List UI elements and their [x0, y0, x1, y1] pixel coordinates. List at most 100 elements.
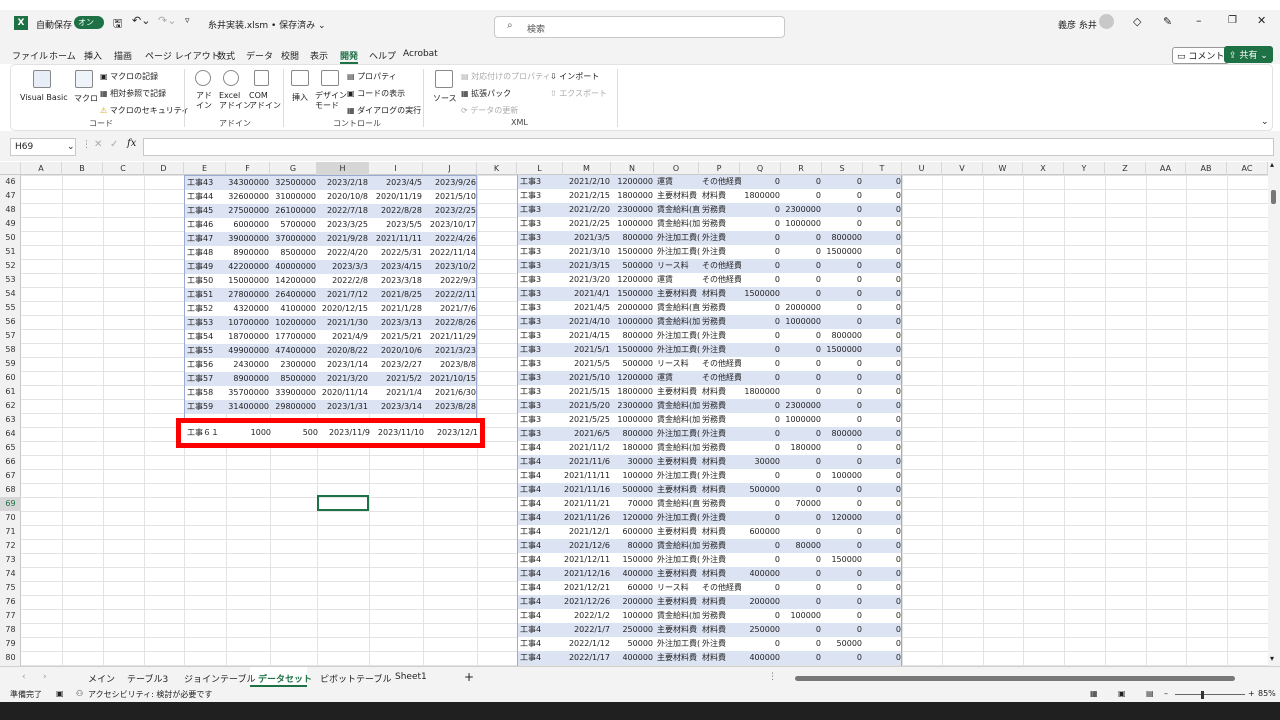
cell[interactable]: 工事4	[518, 553, 564, 567]
cell[interactable]: 2021/1/4	[370, 386, 424, 400]
cell[interactable]: 外注費	[700, 231, 741, 245]
cell[interactable]: 0	[782, 245, 823, 259]
cell[interactable]: 労務費	[700, 217, 741, 231]
cell[interactable]: 工事3	[518, 287, 564, 301]
cell[interactable]: 0	[741, 273, 782, 287]
cell[interactable]: 0	[782, 525, 823, 539]
cell[interactable]: 2023/3/3	[318, 260, 370, 274]
row-header[interactable]: 78	[0, 623, 21, 637]
cell[interactable]: 外注費	[700, 245, 741, 259]
cell[interactable]: 2021/7/6	[424, 302, 478, 316]
vertical-scrollbar[interactable]: ▴ ▾	[1268, 160, 1280, 666]
cell[interactable]: 2023/2/27	[370, 358, 424, 372]
cell[interactable]: 0	[823, 609, 864, 623]
cell[interactable]: 800000	[612, 231, 655, 245]
cell[interactable]: その他経費	[700, 175, 741, 189]
cell[interactable]: 0	[823, 273, 864, 287]
cell[interactable]: 180000	[612, 441, 655, 455]
cell[interactable]: 労務費	[700, 315, 741, 329]
cell[interactable]: 0	[782, 189, 823, 203]
insert-function-icon[interactable]: fx	[127, 138, 136, 149]
cell[interactable]: 工事3	[518, 357, 564, 371]
row-header[interactable]: 53	[0, 273, 21, 287]
scroll-down-icon[interactable]: ▾	[1270, 654, 1274, 663]
col-header-u[interactable]: U	[902, 162, 942, 175]
row-header[interactable]: 63	[0, 413, 21, 427]
name-box[interactable]: H69 ⌄	[10, 138, 76, 156]
cell[interactable]: 2021/3/23	[424, 344, 478, 358]
cell[interactable]: 42200000	[227, 260, 271, 274]
cell[interactable]: 主要材料費	[655, 567, 700, 581]
cell[interactable]: 2023/3/14	[370, 400, 424, 414]
cell[interactable]: 0	[782, 567, 823, 581]
cell[interactable]: 2021/11/2	[564, 441, 612, 455]
row-header[interactable]: 61	[0, 385, 21, 399]
cell[interactable]: 2021/2/10	[564, 175, 612, 189]
cell[interactable]: 0	[864, 245, 903, 259]
cell[interactable]: 500000	[612, 259, 655, 273]
view-code-button[interactable]: ▣ コードの表示	[347, 88, 405, 99]
cell[interactable]: 労務費	[700, 413, 741, 427]
col-header-p[interactable]: P	[699, 162, 740, 175]
cell[interactable]: 1000000	[612, 217, 655, 231]
cell[interactable]: 60000	[612, 581, 655, 595]
cell[interactable]: 工事46	[185, 218, 227, 232]
cell[interactable]: 2021/6/30	[424, 386, 478, 400]
cell[interactable]: 2021/3/20	[318, 372, 370, 386]
cell[interactable]: 0	[741, 441, 782, 455]
select-all-corner[interactable]	[0, 162, 21, 175]
cell[interactable]: 0	[741, 469, 782, 483]
cell[interactable]: 工事4	[518, 609, 564, 623]
col-header-l[interactable]: L	[517, 162, 563, 175]
cell[interactable]: 0	[741, 343, 782, 357]
cell[interactable]: 0	[864, 189, 903, 203]
addin-button[interactable]: アド イン	[196, 91, 212, 111]
cell[interactable]: 31400000	[227, 400, 271, 414]
cell[interactable]: 工事55	[185, 344, 227, 358]
cell[interactable]: 工事56	[185, 358, 227, 372]
expansion-pack-button[interactable]: ▦ 拡張パック	[461, 88, 511, 99]
cell[interactable]: 250000	[741, 623, 782, 637]
cell[interactable]: 0	[741, 175, 782, 189]
page-layout-icon[interactable]: ▣	[1118, 689, 1126, 698]
cell[interactable]: 2023/3/25	[318, 218, 370, 232]
cell[interactable]: 2021/5/10	[564, 371, 612, 385]
cell[interactable]: 2021/12/26	[564, 595, 612, 609]
cell[interactable]: 1800000	[741, 189, 782, 203]
cell[interactable]: 2022/4/20	[318, 246, 370, 260]
col-header-x[interactable]: X	[1023, 162, 1064, 175]
col-header-m[interactable]: M	[563, 162, 611, 175]
col-header-d[interactable]: D	[144, 162, 184, 175]
cell[interactable]: 26400000	[271, 288, 318, 302]
cell[interactable]: 2023/11/10	[372, 426, 426, 440]
cell[interactable]: 2022/1/7	[564, 623, 612, 637]
cell[interactable]: 賃金給料(加	[655, 413, 700, 427]
cell[interactable]: 2022/2/8	[318, 274, 370, 288]
cell[interactable]: 0	[864, 357, 903, 371]
cell[interactable]: 100000	[823, 469, 864, 483]
cell[interactable]: 1200000	[612, 175, 655, 189]
cell[interactable]: 工事4	[518, 469, 564, 483]
row-header[interactable]: 57	[0, 329, 21, 343]
cell[interactable]: 0	[782, 651, 823, 665]
cell[interactable]: 1000000	[782, 315, 823, 329]
cell[interactable]: 主要材料費	[655, 623, 700, 637]
next-sheet-icon[interactable]: ›	[43, 672, 47, 682]
cell[interactable]: 2021/12/11	[564, 553, 612, 567]
insert-control-button[interactable]: 挿入	[292, 92, 308, 103]
cell[interactable]: その他経費	[700, 273, 741, 287]
cell[interactable]: 外注加工費(1	[655, 553, 700, 567]
cell[interactable]: 工事3	[518, 203, 564, 217]
cell[interactable]: 0	[864, 651, 903, 665]
cell[interactable]: 31000000	[271, 190, 318, 204]
cell[interactable]: 0	[741, 217, 782, 231]
cell[interactable]: 0	[864, 385, 903, 399]
zoom-slider[interactable]	[1175, 694, 1245, 695]
cell[interactable]: 33900000	[271, 386, 318, 400]
cell[interactable]: 材料費	[700, 595, 741, 609]
cell[interactable]: 主要材料費	[655, 189, 700, 203]
cell[interactable]: 500	[273, 426, 320, 440]
cell[interactable]: 労務費	[700, 497, 741, 511]
col-header-o[interactable]: O	[654, 162, 699, 175]
cell[interactable]: 外注費	[700, 329, 741, 343]
